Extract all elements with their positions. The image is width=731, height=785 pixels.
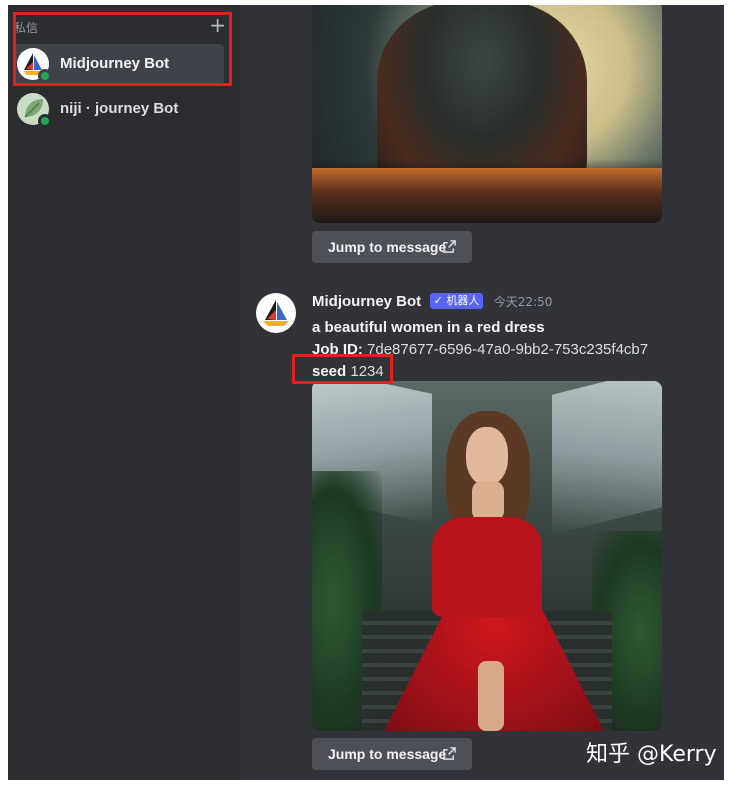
author-name[interactable]: Midjourney Bot — [312, 293, 421, 310]
online-status-icon — [38, 69, 52, 83]
neck — [472, 481, 504, 521]
seed-line: seed 1234 — [312, 363, 384, 380]
jump-label: Jump to message — [328, 746, 447, 762]
face — [466, 427, 508, 485]
job-id-value: 7de87677-6596-47a0-9bb2-753c235f4cb7 — [367, 341, 649, 358]
sailboat-icon — [263, 300, 289, 326]
dm-sidebar: 私信 + Midjourney Bot niji · journey Bot — [8, 5, 240, 780]
dm-name: niji · journey Bot — [60, 100, 179, 117]
dm-name: Midjourney Bot — [60, 55, 170, 72]
dress-bodice — [432, 517, 542, 617]
avatar — [17, 93, 52, 128]
dm-item-niji-journey-bot[interactable]: niji · journey Bot — [14, 89, 224, 129]
author-avatar[interactable] — [256, 293, 296, 333]
generated-image-red-dress[interactable] — [312, 381, 662, 731]
avatar — [17, 48, 52, 83]
prompt-text: a beautiful women in a red dress — [312, 319, 545, 336]
generated-image-wolf[interactable] — [312, 5, 662, 223]
dm-section-header: 私信 + — [8, 13, 230, 37]
legs — [478, 661, 504, 731]
jump-to-message-button[interactable]: Jump to message — [312, 231, 472, 263]
dm-section-label: 私信 — [14, 21, 39, 35]
watermark: 知乎 @Kerry — [586, 742, 717, 767]
seed-value: 1234 — [350, 363, 384, 380]
skylight-right — [552, 381, 662, 535]
app-window: 私信 + Midjourney Bot niji · journey Bot J… — [8, 5, 724, 780]
job-id-label: Job ID: — [312, 341, 363, 358]
chat-area: Jump to message Midjourney Bot ✓ 机器人 今天2… — [240, 5, 724, 780]
add-dm-icon[interactable]: + — [209, 13, 226, 37]
external-link-icon — [443, 747, 456, 760]
online-status-icon — [38, 114, 52, 128]
message-timestamp: 今天22:50 — [493, 295, 553, 309]
message-header: Midjourney Bot ✓ 机器人 今天22:50 — [312, 293, 552, 313]
jump-to-message-button[interactable]: Jump to message — [312, 738, 472, 770]
external-link-icon — [443, 240, 456, 253]
bot-badge: ✓ 机器人 — [429, 293, 484, 309]
sunset-water — [312, 168, 662, 223]
job-id-line: Job ID: 7de87677-6596-47a0-9bb2-753c235f… — [312, 341, 648, 358]
seed-label: seed — [312, 363, 347, 380]
prompt-line: a beautiful women in a red dress — [312, 319, 545, 336]
dm-item-midjourney-bot[interactable]: Midjourney Bot — [14, 44, 224, 84]
jump-label: Jump to message — [328, 239, 447, 255]
